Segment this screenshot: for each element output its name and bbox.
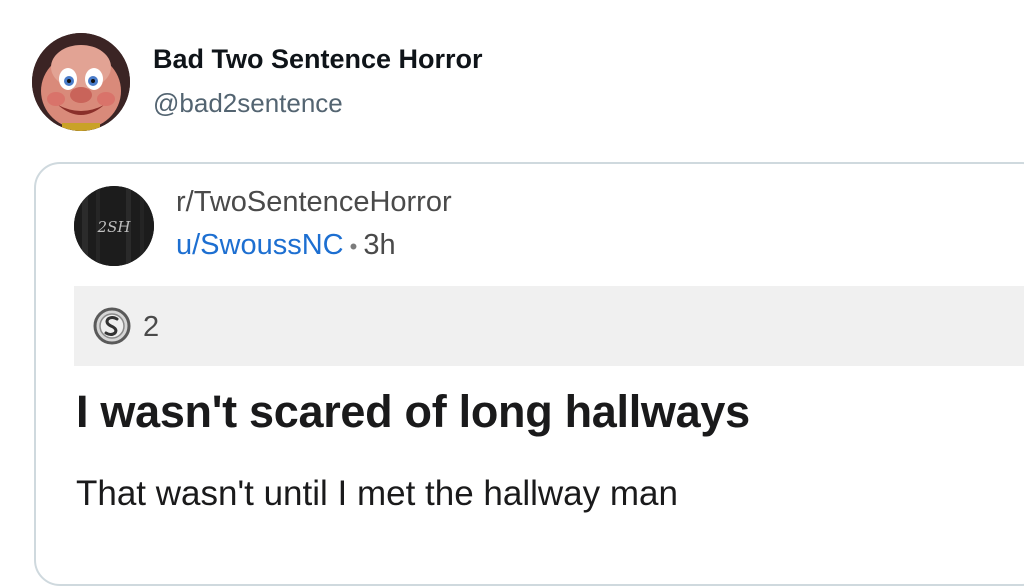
post-author-link[interactable]: u/SwoussNC [176,229,344,261]
post-title[interactable]: I wasn't scared of long hallways [76,386,750,438]
award-bar [74,286,1024,366]
cartoon-face-avatar-image [32,33,130,131]
award-count: 2 [143,311,160,343]
subreddit-logo-image: 2SH [74,186,154,266]
subreddit-avatar[interactable]: 2SH [74,186,154,266]
embedded-reddit-post-card[interactable] [34,162,1024,586]
subreddit-name[interactable]: r/TwoSentenceHorror [176,186,452,219]
post-meta: u/SwoussNC • 3h [176,229,396,262]
display-name[interactable]: Bad Two Sentence Horror [153,44,483,75]
subreddit-logo-text: 2SH [97,218,132,236]
silver-award-icon[interactable] [92,306,132,346]
profile-avatar[interactable] [32,33,130,131]
post-body: That wasn't until I met the hallway man [76,474,678,513]
meta-separator: • [349,234,358,259]
user-handle[interactable]: @bad2sentence [153,88,343,119]
post-age: 3h [363,229,396,261]
